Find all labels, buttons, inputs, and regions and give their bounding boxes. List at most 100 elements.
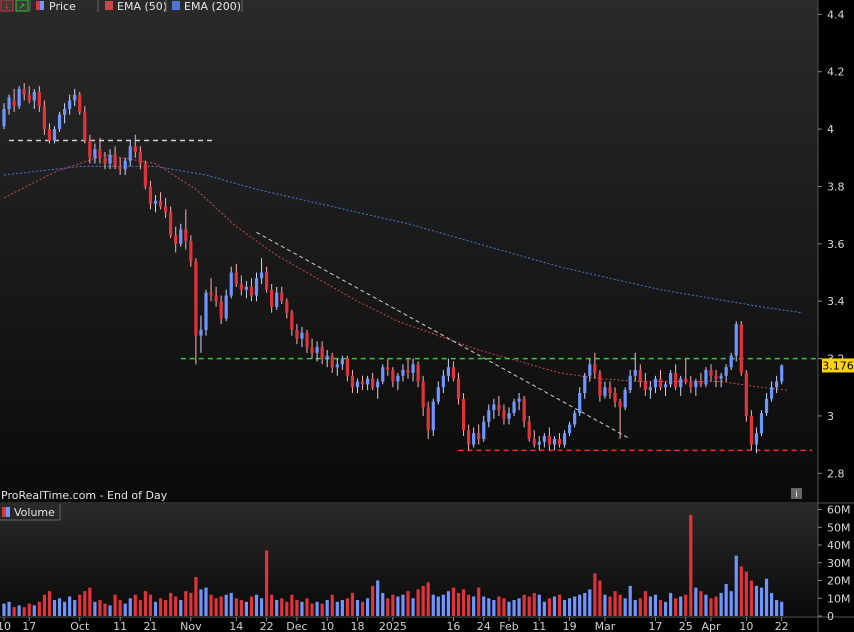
candle xyxy=(749,410,753,451)
volume-bar xyxy=(729,591,733,616)
volume-bar xyxy=(12,607,16,616)
date-tick-label: Mar xyxy=(595,620,616,632)
volume-bar xyxy=(598,580,602,616)
date-tick-label: 24 xyxy=(477,620,491,632)
volume-bar xyxy=(623,598,627,616)
volume-bar xyxy=(684,594,688,616)
volume-bar xyxy=(461,589,466,616)
volume-bar xyxy=(502,598,506,616)
candle xyxy=(734,321,738,362)
volume-bar xyxy=(265,550,269,616)
volume-bar xyxy=(224,594,228,616)
volume-bar xyxy=(562,600,567,616)
volume-bar xyxy=(679,596,683,616)
volume-bar xyxy=(153,601,158,616)
volume-bar xyxy=(578,594,582,616)
volume-bar xyxy=(744,571,748,616)
date-tick-label: 17 xyxy=(648,620,662,632)
volume-tick-label: 40M xyxy=(827,539,851,552)
volume-bar xyxy=(158,598,163,616)
volume-bar xyxy=(209,594,213,616)
volume-bar xyxy=(542,601,546,616)
volume-bar xyxy=(7,601,11,616)
volume-bar xyxy=(613,591,617,616)
volume-bar xyxy=(164,600,168,616)
volume-bar xyxy=(608,596,612,616)
volume-bar xyxy=(406,591,410,616)
volume-bar xyxy=(300,601,304,616)
volume-bar xyxy=(441,594,445,616)
volume-tick-label: 30M xyxy=(827,557,851,570)
volume-bar xyxy=(709,598,713,616)
volume-bar xyxy=(573,596,577,616)
volume-bar xyxy=(366,598,370,616)
volume-bar xyxy=(628,585,632,616)
volume-bar xyxy=(477,587,481,616)
candle xyxy=(204,289,208,336)
volume-bar xyxy=(103,603,107,616)
volume-bar xyxy=(482,596,486,616)
volume-bar xyxy=(57,598,62,616)
volume-bar xyxy=(22,607,26,616)
legend-ema50: EMA (50) xyxy=(117,0,167,13)
volume-bar xyxy=(411,598,415,616)
volume-bar xyxy=(88,587,92,616)
candle xyxy=(381,364,385,385)
volume-bar xyxy=(456,592,461,616)
price-tick-label: 4.2 xyxy=(827,66,845,79)
volume-bar xyxy=(350,592,355,616)
volume-bar xyxy=(517,598,521,616)
last-price-tag: 3.176 xyxy=(822,358,854,373)
volume-bar xyxy=(416,589,420,616)
volume-bar xyxy=(764,578,769,616)
date-tick-label: Feb xyxy=(499,620,518,632)
volume-bar xyxy=(669,592,673,616)
volume-bar xyxy=(512,600,516,616)
volume-bar xyxy=(330,594,334,616)
volume-bar xyxy=(254,594,259,616)
volume-bar xyxy=(643,591,647,616)
volume-bar xyxy=(310,603,314,616)
volume-bar xyxy=(754,585,759,616)
volume-bar xyxy=(78,594,82,616)
volume-bar xyxy=(472,596,476,616)
volume-bar xyxy=(603,594,607,616)
volume-bar xyxy=(340,600,344,616)
price-tick-label: 3.8 xyxy=(827,180,845,193)
date-tick-label: 2025 xyxy=(379,620,407,632)
volume-bar xyxy=(532,592,536,616)
volume-bar xyxy=(770,592,774,616)
volume-label: Volume xyxy=(14,506,55,519)
info-icon[interactable]: i xyxy=(791,488,802,500)
candle xyxy=(17,86,21,110)
ema200-swatch-icon xyxy=(172,1,180,10)
volume-bar xyxy=(557,594,562,616)
volume-bar xyxy=(345,598,349,616)
volume-bar xyxy=(699,591,703,616)
volume-bar xyxy=(169,592,173,616)
volume-bar xyxy=(376,580,380,616)
volume-bar xyxy=(219,596,223,616)
volume-bar xyxy=(588,589,592,616)
date-tick-label: Apr xyxy=(701,620,721,632)
volume-bar xyxy=(320,603,324,616)
volume-bar xyxy=(391,594,395,616)
candle xyxy=(739,321,743,376)
volume-bar xyxy=(719,592,723,616)
volume-tick-label: 60M xyxy=(827,504,851,517)
volume-bar xyxy=(522,594,526,616)
candle xyxy=(57,111,62,132)
volume-tick-label: 10M xyxy=(827,592,851,605)
volume-bar xyxy=(451,587,456,616)
volume-bar xyxy=(123,603,127,616)
volume-bar xyxy=(73,600,77,616)
volume-bar xyxy=(32,605,36,616)
volume-bar xyxy=(184,591,188,616)
volume-bar xyxy=(249,596,254,616)
price-tick-label: 2.8 xyxy=(827,467,845,480)
volume-bar xyxy=(431,594,435,616)
volume-bar xyxy=(239,600,243,616)
volume-bar xyxy=(113,594,117,616)
volume-bar xyxy=(355,600,360,616)
date-tick-label: 22 xyxy=(775,620,789,632)
